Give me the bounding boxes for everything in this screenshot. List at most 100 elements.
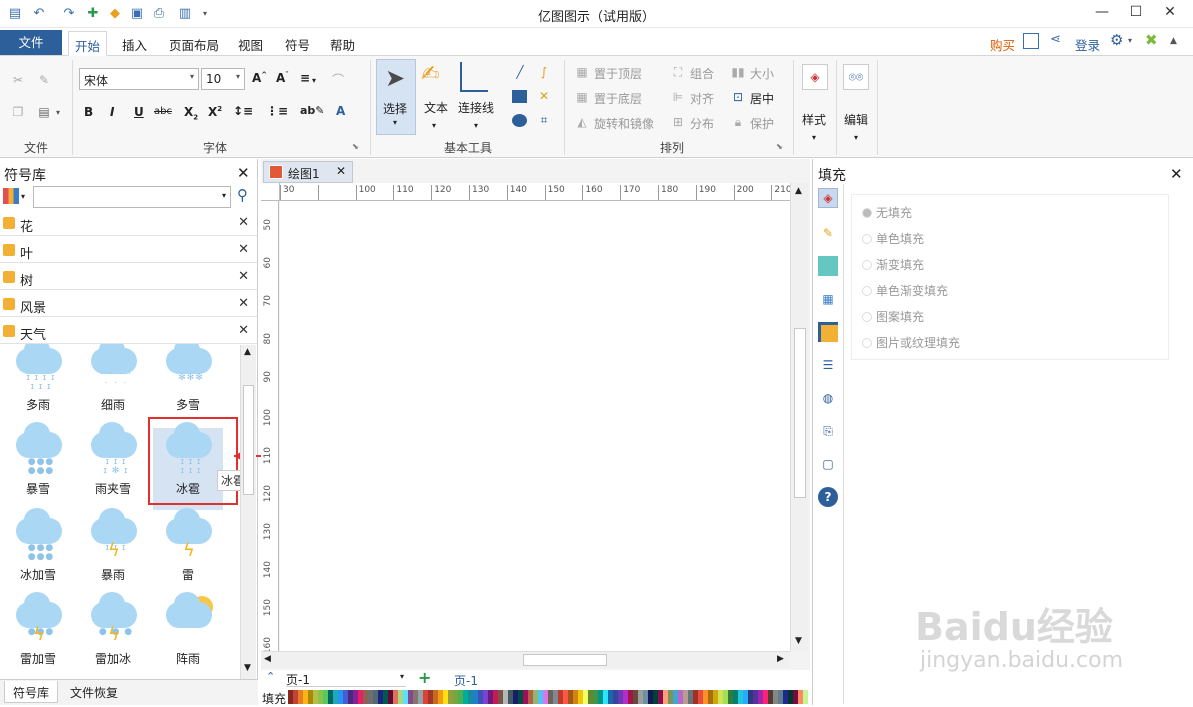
scroll-down-icon[interactable]: ▼ <box>244 663 251 673</box>
image-icon[interactable]: ▦ <box>818 289 838 309</box>
distribute-button[interactable]: 分布 <box>690 115 714 132</box>
send-to-back-icon[interactable]: ▦ <box>574 89 590 105</box>
symbol-snow[interactable]: ✻✻✻ 多雪 <box>153 344 223 426</box>
rotate-icon[interactable]: ◭ <box>574 114 590 130</box>
fill-option[interactable]: 渐变填充 <box>862 256 924 273</box>
arrange-dialog-launcher-icon[interactable]: ⬊ <box>776 142 783 151</box>
scroll-right-icon[interactable]: ▶ <box>777 654 784 664</box>
font-dialog-launcher-icon[interactable]: ⬊ <box>352 142 359 151</box>
minimize-button[interactable]: — <box>1088 2 1116 22</box>
comment-icon[interactable]: ▢ <box>818 454 838 474</box>
paste-dropdown-icon[interactable]: ▾ <box>56 108 60 117</box>
canvas-horizontal-scrollbar[interactable]: ◀ ▶ <box>261 651 790 668</box>
library-menu-icon[interactable] <box>3 188 19 204</box>
close-icon[interactable]: ✕ <box>238 269 249 284</box>
drawing-page[interactable] <box>280 201 790 651</box>
rectangle-tool-icon[interactable] <box>512 90 527 103</box>
close-icon[interactable]: ✕ <box>238 296 249 311</box>
chevron-down-icon[interactable]: ▾ <box>432 121 436 130</box>
symbol-thunder[interactable]: ϟ雷 <box>153 508 223 596</box>
radio-icon[interactable] <box>862 234 872 244</box>
share-icon[interactable]: ⋖ <box>1050 32 1061 47</box>
close-icon[interactable]: ✕ <box>238 323 249 338</box>
layer-icon[interactable] <box>818 322 838 342</box>
fill-option[interactable]: 单色渐变填充 <box>862 282 948 299</box>
document-tab[interactable]: 绘图1 ✕ <box>263 161 353 183</box>
symbol-thundersnow[interactable]: ●●● ϟ 雷加雪 <box>3 592 73 678</box>
scrollbar-thumb[interactable] <box>794 328 806 498</box>
maximize-button[interactable]: ☐ <box>1122 2 1150 22</box>
symbol-storm[interactable]: ɪ ɪ ɪ ϟ 暴雨 <box>78 508 148 596</box>
login-link[interactable]: 登录 <box>1075 35 1100 54</box>
chevron-down-icon[interactable]: ▾ <box>21 192 25 201</box>
protect-button[interactable]: 保护 <box>750 115 774 132</box>
radio-icon[interactable] <box>862 260 872 270</box>
symbol-rain[interactable]: ɪ ɪ ɪ ɪɪ ɪ ɪ 多雨 <box>3 344 73 426</box>
scroll-up-icon[interactable]: ▲ <box>244 347 251 357</box>
tab-view[interactable]: 视图 <box>238 35 263 54</box>
edit-button[interactable]: 编辑 <box>844 111 868 128</box>
category-item[interactable]: 叶 ✕ <box>0 239 257 263</box>
send-to-back-button[interactable]: 置于底层 <box>594 90 642 107</box>
fill-icon[interactable]: ◈ <box>818 188 838 208</box>
radio-icon[interactable] <box>862 286 872 296</box>
radio-icon[interactable] <box>862 208 872 218</box>
settings-dropdown-icon[interactable]: ▾ <box>1128 36 1132 45</box>
share-screen-icon[interactable] <box>1023 33 1039 49</box>
grow-font-icon[interactable]: A^ <box>252 71 267 85</box>
align-button[interactable]: 对齐 <box>690 90 714 107</box>
rotate-mirror-button[interactable]: 旋转和镜像 <box>594 115 654 132</box>
page-tab-1[interactable]: 页-1 <box>454 672 478 689</box>
cross-tool-icon[interactable]: ✕ <box>536 88 552 104</box>
font-size-select[interactable]: 10 ▾ <box>201 68 245 90</box>
align-dropdown-icon[interactable]: ▾ <box>312 76 316 85</box>
scrollbar-thumb[interactable] <box>243 385 254 495</box>
attachment-icon[interactable]: ⎘ <box>818 421 838 441</box>
line-icon[interactable]: ✎ <box>818 223 838 243</box>
underline-button[interactable]: U <box>134 105 144 119</box>
align-text-icon[interactable]: ≡ <box>300 71 310 85</box>
tab-home[interactable]: 开始 <box>68 31 108 56</box>
scroll-left-icon[interactable]: ◀ <box>264 654 271 664</box>
bullet-list-icon[interactable]: ⋮≡ <box>266 104 288 118</box>
symbol-sleet[interactable]: ɪ ɪ ɪɪ ✻ ɪ 雨夹雪 <box>78 422 148 510</box>
binoculars-icon[interactable]: ⌾⌾ <box>843 64 869 90</box>
symbol-shower[interactable]: 阵雨 <box>153 592 223 678</box>
shrink-font-icon[interactable]: Aˇ <box>276 71 289 85</box>
group-icon[interactable]: ⛶ <box>670 64 686 80</box>
text-curve-icon[interactable]: ⌒ <box>332 71 344 88</box>
size-button[interactable]: 大小 <box>750 65 774 82</box>
symbol-thunderice[interactable]: ● ● ● ϟ 雷加冰 <box>78 592 148 678</box>
curve-tool-icon[interactable]: ∫ <box>536 64 552 80</box>
cut-icon[interactable]: ✂ <box>10 72 26 88</box>
scroll-up-icon[interactable]: ▲ <box>795 186 802 196</box>
close-icon[interactable]: ✕ <box>238 215 249 230</box>
tab-page-layout[interactable]: 页面布局 <box>169 35 219 54</box>
tab-help[interactable]: 帮助 <box>330 35 355 54</box>
bring-to-front-icon[interactable]: ▦ <box>574 64 590 80</box>
connector-tool-icon[interactable] <box>460 62 488 92</box>
symbol-drizzle[interactable]: ˙ ˙ ˙ ˙ ˙ ˙ ˙ 细雨 <box>78 344 148 426</box>
ellipse-tool-icon[interactable] <box>512 114 527 127</box>
chevron-down-icon[interactable]: ▾ <box>474 121 478 130</box>
format-painter-icon[interactable]: ✎ <box>36 72 52 88</box>
paste-icon[interactable]: ▤ <box>36 104 52 120</box>
text-tool-icon[interactable]: ✍ <box>421 62 453 92</box>
buy-link[interactable]: 购买 <box>990 35 1015 54</box>
font-color-icon[interactable]: A <box>336 104 345 118</box>
subscript-button[interactable]: X2 <box>184 105 198 121</box>
tab-file-recovery[interactable]: 文件恢复 <box>70 684 118 701</box>
crop-tool-icon[interactable]: ⌗ <box>536 112 552 128</box>
globe-icon[interactable]: ◍ <box>818 388 838 408</box>
radio-icon[interactable] <box>862 312 872 322</box>
text-highlight-icon[interactable]: ab✎ <box>300 104 325 117</box>
bold-button[interactable]: B <box>84 105 93 119</box>
chevron-down-icon[interactable]: ▾ <box>854 133 858 142</box>
size-icon[interactable]: ▮▮ <box>730 64 746 80</box>
file-menu-tab[interactable]: 文件 <box>0 30 62 55</box>
fill-option[interactable]: 无填充 <box>862 204 912 221</box>
category-item[interactable]: 花 ✕ <box>0 212 257 236</box>
add-page-icon[interactable]: + <box>418 668 431 687</box>
page-select[interactable]: 页-1 ▾ <box>286 671 406 687</box>
settings-gear-icon[interactable]: ⚙ <box>1110 31 1123 49</box>
